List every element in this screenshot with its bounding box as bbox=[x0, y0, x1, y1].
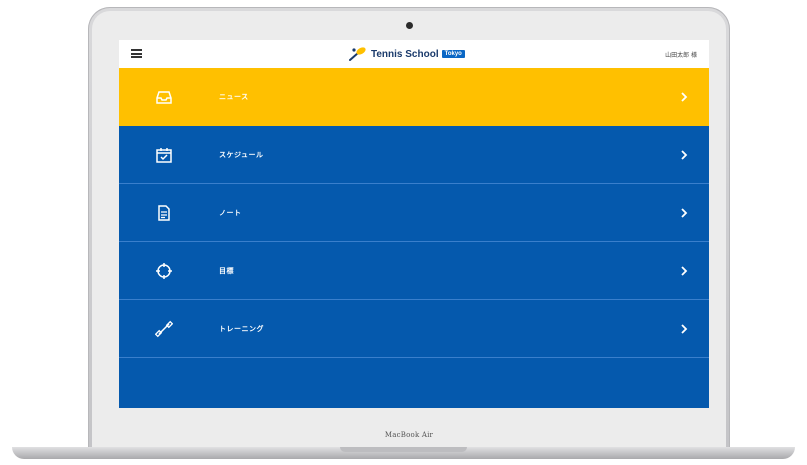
app-screen: Tennis School Tokyo 山田太郎 様 ニュース スケジュール ノ… bbox=[119, 40, 709, 408]
target-icon bbox=[156, 262, 172, 279]
menu-item-label: トレーニング bbox=[219, 324, 264, 333]
menu-item-goal[interactable]: 目標 bbox=[119, 242, 709, 300]
menu-item-label: 目標 bbox=[219, 266, 234, 275]
inbox-icon bbox=[156, 90, 172, 104]
dumbbell-icon bbox=[155, 320, 173, 337]
chevron-right-icon bbox=[681, 265, 688, 276]
hamburger-menu-icon[interactable] bbox=[131, 49, 142, 58]
brand-badge: Tokyo bbox=[441, 50, 465, 58]
chevron-right-icon bbox=[681, 91, 688, 102]
brand-title: Tennis School bbox=[371, 48, 439, 60]
menu-item-training[interactable]: トレーニング bbox=[119, 300, 709, 358]
tennis-racket-icon bbox=[349, 47, 366, 61]
laptop-notch bbox=[340, 447, 467, 452]
app-header: Tennis School Tokyo 山田太郎 様 bbox=[119, 40, 709, 68]
menu-list: ニュース スケジュール ノート 目標 トレーニング bbox=[119, 68, 709, 358]
chevron-right-icon bbox=[681, 149, 688, 160]
menu-item-label: ニュース bbox=[219, 92, 249, 101]
menu-item-news[interactable]: ニュース bbox=[119, 68, 709, 126]
menu-item-label: スケジュール bbox=[219, 150, 264, 159]
document-icon bbox=[158, 204, 170, 221]
chevron-right-icon bbox=[681, 323, 688, 334]
menu-item-label: ノート bbox=[219, 208, 242, 217]
user-name[interactable]: 山田太郎 様 bbox=[665, 50, 697, 59]
menu-item-note[interactable]: ノート bbox=[119, 184, 709, 242]
brand-logo[interactable]: Tennis School Tokyo bbox=[349, 47, 465, 61]
menu-item-schedule[interactable]: スケジュール bbox=[119, 126, 709, 184]
calendar-check-icon bbox=[156, 147, 172, 163]
laptop-model-label: MacBook Air bbox=[384, 431, 434, 439]
chevron-right-icon bbox=[681, 207, 688, 218]
camera-icon bbox=[406, 22, 413, 29]
